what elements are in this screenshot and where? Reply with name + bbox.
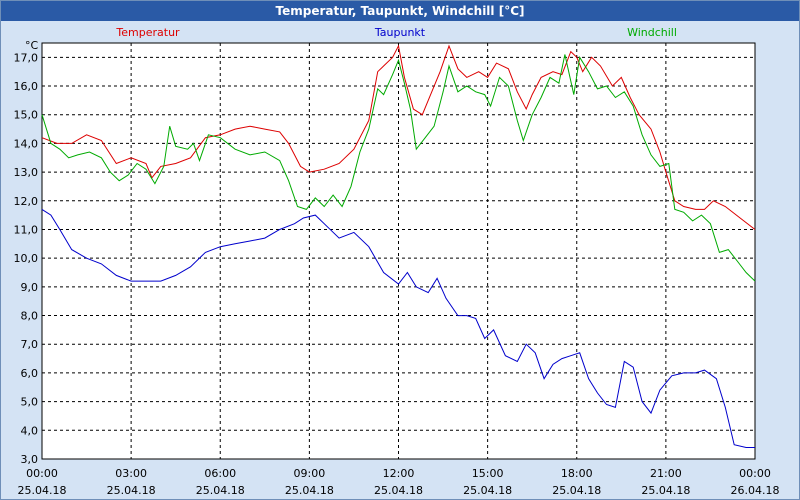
y-tick-label: 5,0 — [21, 396, 39, 409]
y-tick-label: 4,0 — [21, 424, 39, 437]
x-tick-time: 03:00 — [115, 467, 147, 480]
x-tick-date: 25.04.18 — [641, 484, 690, 497]
x-tick-time: 21:00 — [650, 467, 682, 480]
x-axis-ticks: 00:00 25.04.18 03:00 25.04.18 06:00 25.04.18 0… — [18, 467, 780, 497]
y-axis-unit: °C — [25, 39, 39, 52]
y-axis-ticks: 17,0 16,0 15,0 14,0 13,0 12,0 11,0 10,0 9,0 8,0 7,… — [14, 51, 39, 466]
x-tick-date: 25.04.18 — [18, 484, 67, 497]
x-tick-date: 25.04.18 — [463, 484, 512, 497]
line-chart: 17,0 16,0 15,0 14,0 13,0 12,0 11,0 10,0 9,0 8,0 7,… — [14, 26, 780, 497]
x-tick-time: 15:00 — [472, 467, 504, 480]
y-tick-label: 10,0 — [14, 252, 39, 265]
y-tick-label: 9,0 — [21, 281, 39, 294]
x-tick-time: 09:00 — [294, 467, 326, 480]
x-tick-time: 00:00 — [739, 467, 771, 480]
legend-item-windchill: Windchill — [627, 26, 677, 39]
y-tick-label: 7,0 — [21, 338, 39, 351]
legend-item-temperatur: Temperatur — [115, 26, 180, 39]
x-tick-date: 25.04.18 — [285, 484, 334, 497]
x-tick-time: 12:00 — [383, 467, 415, 480]
y-tick-label: 16,0 — [14, 80, 39, 93]
x-tick-date: 25.04.18 — [107, 484, 156, 497]
y-tick-label: 3,0 — [21, 453, 39, 466]
legend-item-taupunkt: Taupunkt — [374, 26, 426, 39]
x-tick-date: 26.04.18 — [731, 484, 780, 497]
y-tick-label: 17,0 — [14, 51, 39, 64]
y-tick-label: 8,0 — [21, 310, 39, 323]
x-tick-time: 06:00 — [204, 467, 236, 480]
x-tick-date: 25.04.18 — [552, 484, 601, 497]
x-tick-date: 25.04.18 — [196, 484, 245, 497]
y-tick-label: 13,0 — [14, 166, 39, 179]
x-tick-time: 00:00 — [26, 467, 58, 480]
y-tick-label: 11,0 — [14, 223, 39, 236]
y-tick-label: 15,0 — [14, 109, 39, 122]
x-tick-date: 25.04.18 — [374, 484, 423, 497]
y-tick-label: 12,0 — [14, 195, 39, 208]
x-tick-time: 18:00 — [561, 467, 593, 480]
y-tick-label: 6,0 — [21, 367, 39, 380]
legend: Temperatur Taupunkt Windchill — [115, 26, 677, 39]
y-tick-label: 14,0 — [14, 137, 39, 150]
